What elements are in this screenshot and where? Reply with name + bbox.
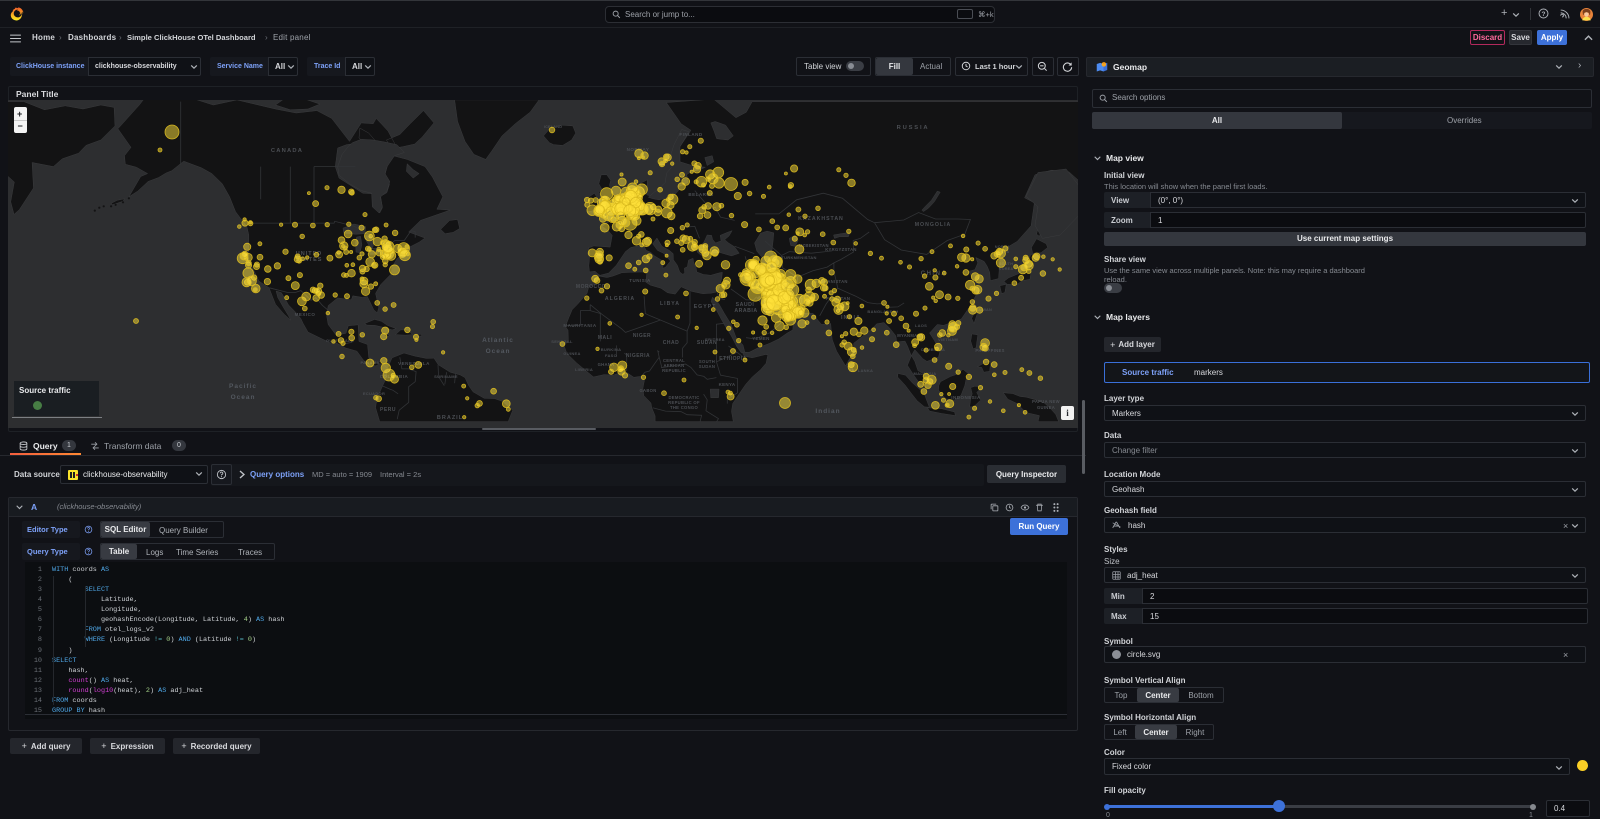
svg-text:THE CONGO: THE CONGO	[670, 405, 699, 410]
svg-text:LAOS: LAOS	[915, 323, 927, 328]
svg-text:MAURITANIA: MAURITANIA	[563, 323, 596, 328]
svg-text:RUSSIA: RUSSIA	[897, 125, 930, 131]
svg-text:VENEZUELA: VENEZUELA	[398, 361, 430, 366]
svg-text:SUDAN: SUDAN	[699, 364, 715, 369]
svg-text:VIETNAM: VIETNAM	[938, 337, 958, 342]
svg-text:ALGERIA: ALGERIA	[605, 296, 635, 302]
svg-text:FINLAND: FINLAND	[679, 132, 702, 137]
svg-text:MALI: MALI	[598, 335, 612, 341]
svg-text:ERITREA: ERITREA	[705, 337, 725, 342]
svg-text:YEMEN: YEMEN	[752, 336, 770, 341]
svg-text:GABON: GABON	[639, 388, 656, 393]
svg-text:LIBERIA: LIBERIA	[575, 367, 593, 372]
svg-text:CANADA: CANADA	[271, 148, 303, 154]
svg-text:TUNISIA: TUNISIA	[629, 278, 651, 283]
svg-text:Ocean: Ocean	[486, 348, 511, 355]
svg-text:REPUBLIC: REPUBLIC	[662, 368, 686, 373]
svg-text:FASO: FASO	[605, 353, 617, 358]
svg-text:CHAD: CHAD	[663, 340, 679, 346]
svg-text:KYRGYZSTAN: KYRGYZSTAN	[825, 247, 857, 252]
svg-text:?: ?	[1542, 11, 1546, 18]
svg-text:NIGERIA: NIGERIA	[626, 353, 650, 359]
svg-text:PAPUA NEW: PAPUA NEW	[1032, 399, 1060, 404]
svg-text:SURINAME: SURINAME	[434, 374, 458, 379]
svg-text:BRAZIL: BRAZIL	[437, 415, 463, 421]
svg-text:Indian: Indian	[815, 408, 840, 415]
svg-text:Ocean: Ocean	[231, 394, 256, 401]
svg-text:MONGOLIA: MONGOLIA	[915, 222, 952, 228]
svg-text:Atlantic: Atlantic	[482, 337, 514, 344]
svg-text:LIBYA: LIBYA	[660, 301, 680, 307]
svg-text:GUINEA: GUINEA	[1037, 405, 1055, 410]
svg-text:TURKMENISTAN: TURKMENISTAN	[781, 255, 816, 260]
svg-text:MEXICO: MEXICO	[295, 312, 316, 317]
svg-text:NIGER: NIGER	[633, 333, 651, 339]
svg-text:PHILIPPINES: PHILIPPINES	[975, 348, 1004, 353]
svg-text:PERU: PERU	[380, 407, 396, 413]
svg-text:Pacific: Pacific	[229, 383, 257, 390]
svg-text:ECUADOR: ECUADOR	[363, 391, 385, 396]
svg-text:ETHIOPIA: ETHIOPIA	[719, 356, 747, 362]
svg-text:GUINEA: GUINEA	[563, 351, 580, 356]
svg-text:KENYA: KENYA	[719, 382, 736, 387]
svg-text:INDONESIA: INDONESIA	[951, 395, 981, 400]
svg-text:ARABIA: ARABIA	[734, 308, 757, 314]
svg-text:BURKINA: BURKINA	[601, 347, 622, 352]
